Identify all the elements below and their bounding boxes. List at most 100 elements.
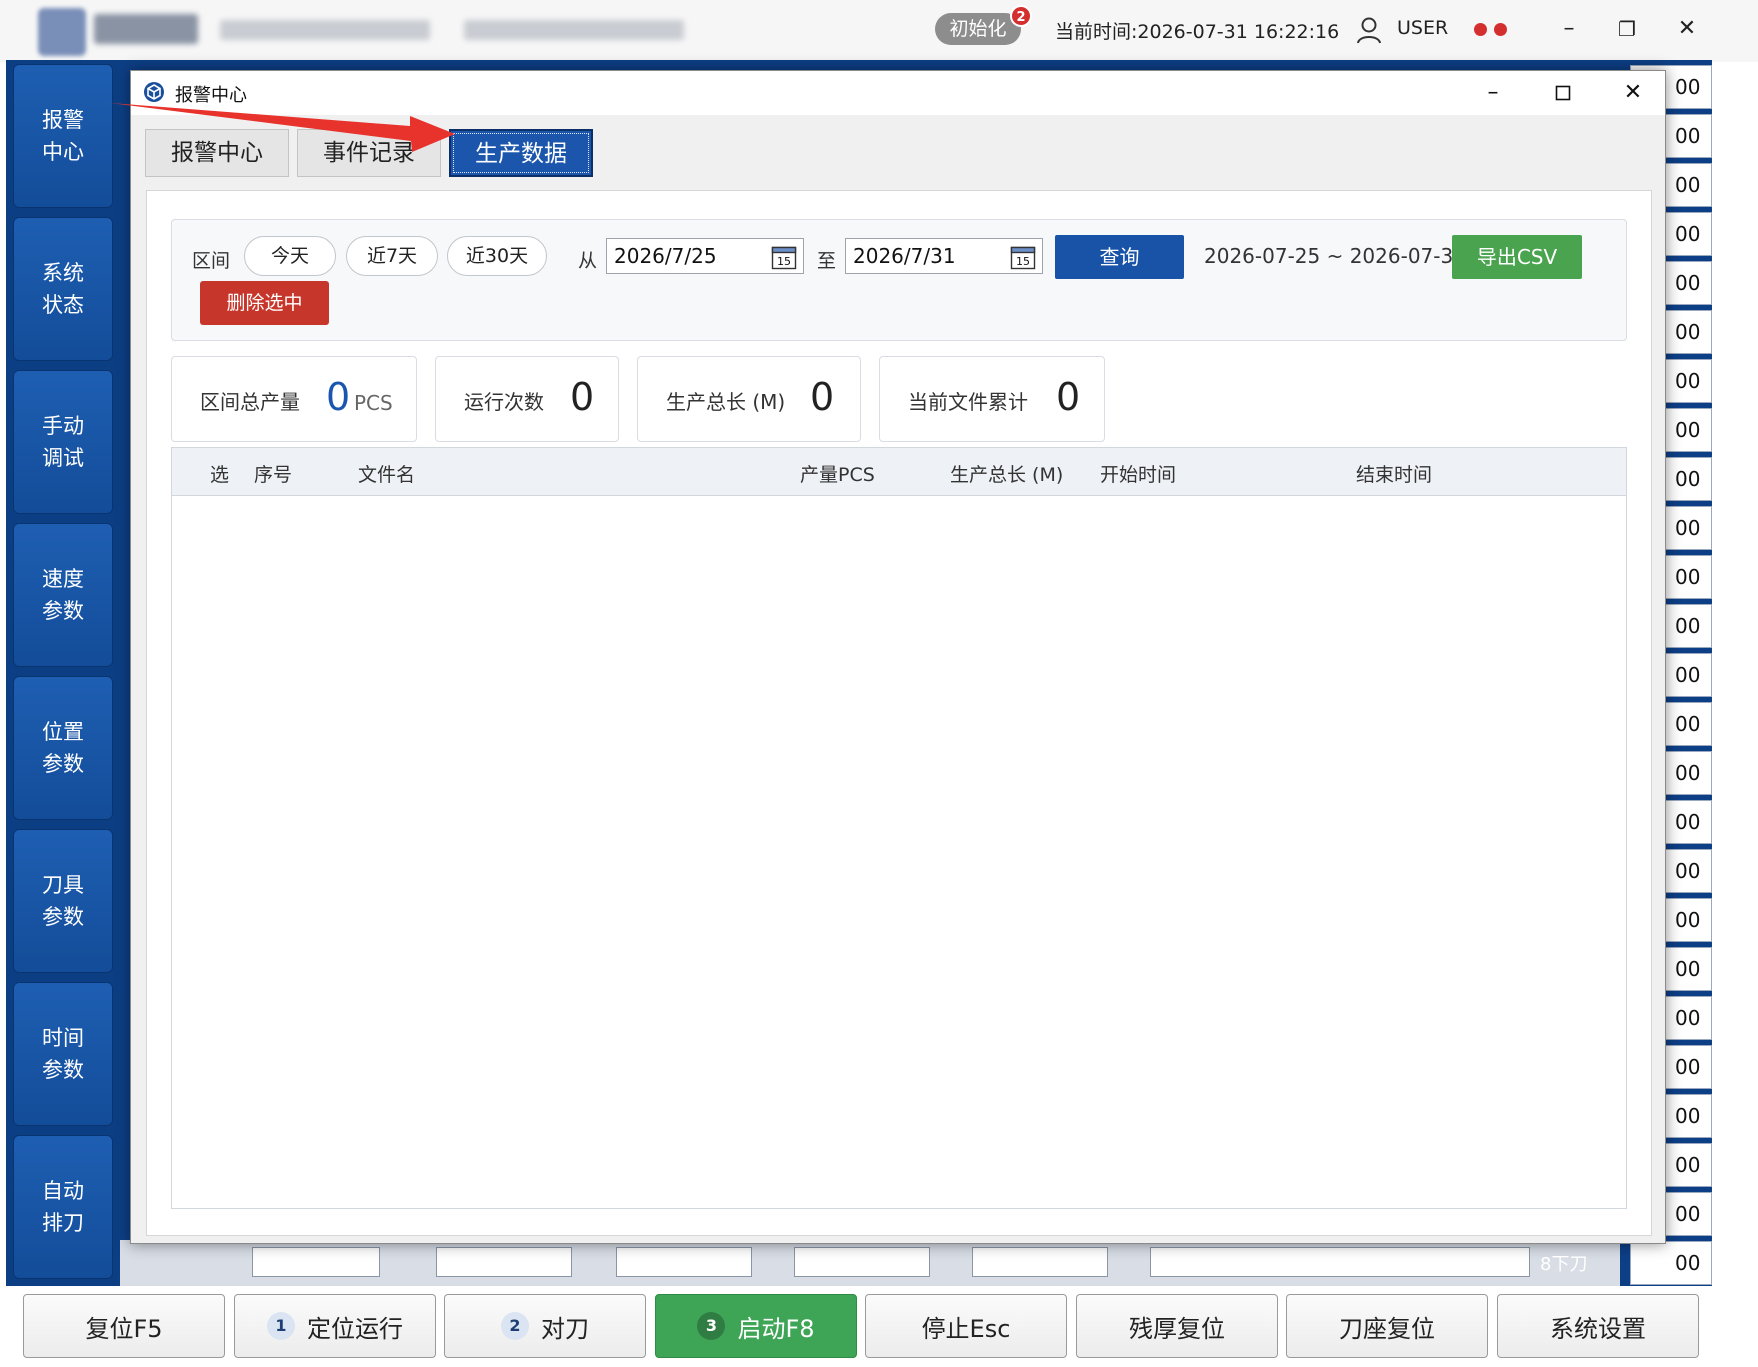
from-date-picker[interactable]: 2026/7/25 15 [606,238,804,274]
column-header-output-pcs[interactable]: 产量PCS [800,460,875,487]
residual-thickness-reset-button[interactable]: 残厚复位 [1076,1294,1278,1358]
column-header-end-time[interactable]: 结束时间 [1356,460,1432,487]
obscured-field [616,1247,752,1277]
step-number: 2 [501,1312,529,1340]
range-label: 区间 [192,250,231,272]
axis-last-label: 8下刀 [1540,1254,1588,1275]
button-label: 残厚复位 [1129,1314,1225,1343]
preset-30-days-button[interactable]: 近30天 [447,236,547,276]
sidebar-item-tool-params[interactable]: 刀具参数 [13,829,113,973]
from-date-value: 2026/7/25 [614,244,717,268]
stop-esc-button[interactable]: 停止Esc [865,1294,1067,1358]
minimize-icon[interactable]: – [1554,14,1584,44]
query-button[interactable]: 查询 [1055,235,1184,279]
delete-selected-button[interactable]: 删除选中 [200,281,329,325]
column-header-total-length[interactable]: 生产总长 (M) [950,460,1063,487]
sidebar-item-label: 自动排刀 [42,1179,84,1235]
tool-seat-reset-button[interactable]: 刀座复位 [1286,1294,1488,1358]
button-label: 定位运行 [307,1314,403,1343]
position-run-button[interactable]: 1 定位运行 [234,1294,436,1358]
alarm-center-dialog: 报警中心 – ✕ 报警中心 事件记录 生产数据 区间 今天 近7天 近30天 从 [130,70,1666,1244]
stat-value: 0 [1056,375,1081,419]
obscured-field [436,1247,572,1277]
user-name[interactable]: USER [1397,17,1448,39]
sidebar-item-auto-arrange[interactable]: 自动排刀 [13,1135,113,1279]
dialog-close-icon[interactable]: ✕ [1613,77,1653,109]
sidebar-item-manual-debug[interactable]: 手动调试 [13,370,113,514]
function-toolbar: 复位F5 1 定位运行 2 对刀 3 启动F8 停止Esc 残厚复位 刀座复位 系统设… [0,1286,1758,1367]
from-label: 从 [578,250,598,272]
tab-alarm-center[interactable]: 报警中心 [145,129,289,177]
sidebar-item-label: 速度参数 [42,567,84,623]
column-header-select[interactable]: 选 [210,460,229,487]
export-csv-button[interactable]: 导出CSV [1452,235,1582,279]
sidebar-item-label: 系统状态 [42,261,84,317]
calendar-icon[interactable]: 15 [1010,244,1036,270]
button-label: 刀座复位 [1339,1314,1435,1343]
dialog-title: 报警中心 [175,85,247,106]
sidebar-item-system-status[interactable]: 系统状态 [13,217,113,361]
title-bar: 初始化 2 当前时间:2026-07-31 16:22:16 USER – ❐ … [0,0,1758,62]
column-header-filename[interactable]: 文件名 [358,460,415,487]
restore-icon[interactable]: ❐ [1612,14,1642,44]
user-icon[interactable] [1356,16,1382,44]
to-date-value: 2026/7/31 [853,244,956,268]
preset-today-button[interactable]: 今天 [244,236,336,276]
sidebar-item-speed-params[interactable]: 速度参数 [13,523,113,667]
sidebar-item-position-params[interactable]: 位置参数 [13,676,113,820]
production-table: 选 序号 文件名 产量PCS 生产总长 (M) 开始时间 结束时间 [171,447,1627,1209]
button-label: 系统设置 [1550,1314,1646,1343]
button-label: 复位F5 [85,1314,163,1343]
dialog-minimize-icon[interactable]: – [1473,77,1513,109]
app-logo [38,8,86,56]
status-dot-1 [1474,23,1487,36]
button-label: 对刀 [541,1314,589,1343]
reset-f5-button[interactable]: 复位F5 [23,1294,225,1358]
status-dot-2 [1494,23,1507,36]
column-header-index[interactable]: 序号 [254,460,292,487]
sidebar-item-alarm-center[interactable]: 报警中心 [13,64,113,208]
sidebar-item-label: 刀具参数 [42,873,84,929]
start-f8-button[interactable]: 3 启动F8 [655,1294,857,1358]
app-cube-icon [144,82,164,102]
stat-label: 区间总产量 [200,390,300,414]
filter-bar: 区间 今天 近7天 近30天 从 2026/7/25 15 至 2026/7/3… [171,219,1627,341]
stat-unit: PCS [354,391,393,415]
app-window: 初始化 2 当前时间:2026-07-31 16:22:16 USER – ❐ … [0,0,1758,1367]
to-label: 至 [817,250,837,272]
system-settings-button[interactable]: 系统设置 [1497,1294,1699,1358]
stat-value: 0 [326,375,351,419]
close-icon[interactable]: ✕ [1672,14,1702,44]
stat-label: 当前文件累计 [908,390,1028,414]
stat-value: 0 [810,375,835,419]
preset-7-days-button[interactable]: 近7天 [346,236,438,276]
sidebar-item-label: 手动调试 [42,414,84,470]
to-date-picker[interactable]: 2026/7/31 15 [845,238,1043,274]
sidebar-item-label: 时间参数 [42,1026,84,1082]
tool-align-button[interactable]: 2 对刀 [444,1294,646,1358]
tab-event-log[interactable]: 事件记录 [297,129,441,177]
calendar-day-text: 15 [1016,255,1030,268]
obscured-field [794,1247,930,1277]
calendar-icon[interactable]: 15 [771,244,797,270]
stat-label: 生产总长 (M) [666,390,786,414]
selected-range-text: 2026-07-25 ~ 2026-07-31 [1204,244,1466,268]
step-number: 1 [267,1312,295,1340]
button-label: 停止Esc [921,1314,1011,1343]
dialog-title-bar[interactable]: 报警中心 – ✕ [131,71,1665,115]
app-name-blurred [94,14,198,44]
init-status-badge[interactable]: 初始化 [935,13,1021,45]
obscured-field [1150,1247,1530,1277]
column-header-start-time[interactable]: 开始时间 [1100,460,1176,487]
app-subtitle-blurred-2 [464,20,684,40]
calendar-day-text: 15 [777,255,791,268]
dialog-body: 报警中心 事件记录 生产数据 区间 今天 近7天 近30天 从 2026/7/2… [131,115,1665,1243]
sidebar-item-label: 位置参数 [42,720,84,776]
sidebar-item-label: 报警中心 [42,108,84,164]
obscured-field [252,1247,380,1277]
dialog-maximize-icon[interactable] [1543,77,1583,109]
tab-production-data[interactable]: 生产数据 [449,129,593,177]
stat-value: 0 [570,375,595,419]
app-subtitle-blurred [220,20,430,40]
sidebar-item-time-params[interactable]: 时间参数 [13,982,113,1126]
